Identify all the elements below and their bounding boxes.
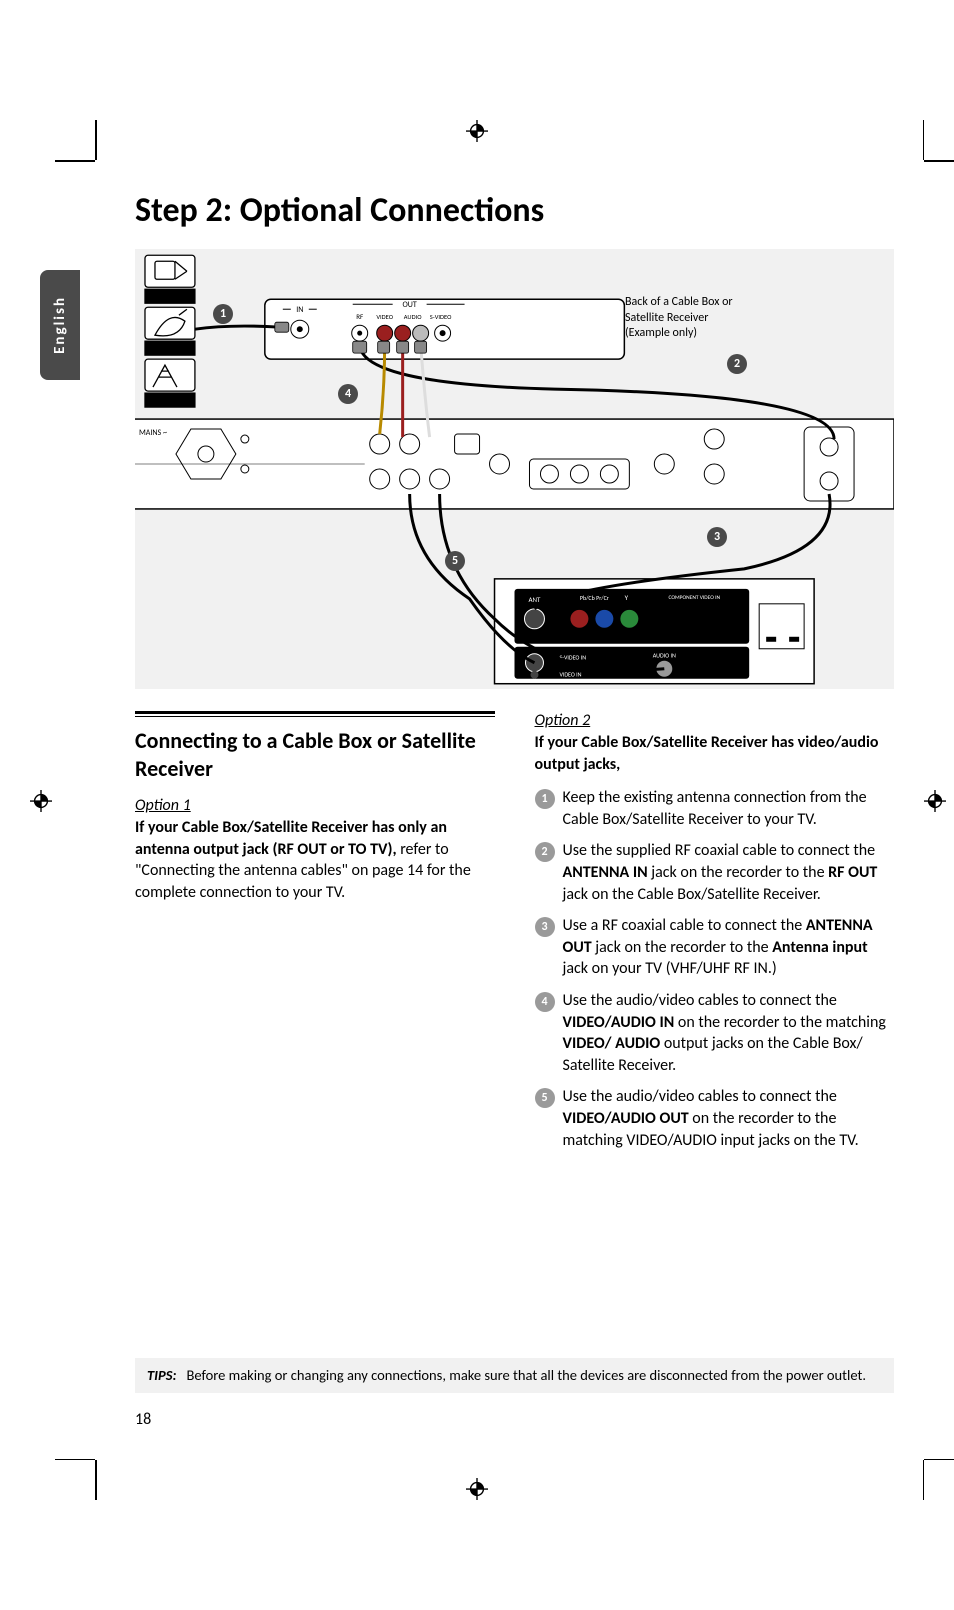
svg-text:ANTENNA: ANTENNA [157,397,184,405]
page-title: Step 2: Optional Connections [135,190,894,231]
option-1-label: Option 1 [135,796,495,815]
tips-label: TIPS: [147,1366,177,1385]
callout-3: 3 [707,527,727,547]
step-text: Use the audio/video cables to connect th… [563,1086,895,1151]
crop-mark [55,1459,95,1461]
option-1-text: If your Cable Box/Satellite Receiver has… [135,817,495,903]
svg-text:VIDEO: VIDEO [376,313,393,321]
crop-mark [923,1460,925,1500]
step-text: Use a RF coaxial cable to connect the AN… [563,915,895,980]
callout-2: 2 [727,354,747,374]
svg-text:RF: RF [356,312,364,321]
content-area: Step 2: Optional Connections CABLE SATEL… [135,190,894,1161]
section-rule [135,716,495,717]
section-rule [135,711,495,714]
svg-text:OUT: OUT [402,300,416,310]
step-3: 3 Use a RF coaxial cable to connect the … [535,915,895,980]
svg-text:IN: IN [296,305,303,315]
callout-4: 4 [338,384,358,404]
registration-mark-icon [30,790,52,812]
callout-1: 1 [213,304,233,324]
diagram-svg: CABLE SATELLITE ANTENNA [135,249,894,689]
svg-text:ANT: ANT [528,595,541,604]
svg-text:AUDIO IN: AUDIO IN [653,652,676,660]
option-2-label: Option 2 [535,711,895,730]
step-text: Use the supplied RF coaxial cable to con… [563,840,895,905]
svg-text:VIDEO IN: VIDEO IN [559,671,581,679]
page: English Step 2: Optional Connections CAB… [0,0,954,1610]
page-number: 18 [135,1410,151,1429]
svg-text:SATELLITE: SATELLITE [157,345,183,353]
section-heading: Connecting to a Cable Box or Satellite R… [135,727,495,782]
svg-text:AUDIO: AUDIO [404,313,422,321]
step-badge: 1 [535,789,555,809]
right-column: Option 2 If your Cable Box/Satellite Rec… [535,711,895,1161]
language-tab: English [40,270,80,380]
step-text: Keep the existing antenna connection fro… [563,787,895,830]
text-columns: Connecting to a Cable Box or Satellite R… [135,711,894,1161]
callout-5: 5 [445,551,465,571]
svg-text:CABLE: CABLE [161,292,180,301]
connection-diagram: CABLE SATELLITE ANTENNA [135,249,894,689]
crop-mark [923,120,925,160]
crop-mark [95,1460,97,1500]
svg-text:Y: Y [625,593,629,602]
figure-caption: Back of a Cable Box or Satellite Receive… [625,295,745,342]
registration-mark-icon [466,120,488,142]
language-label: English [51,296,69,354]
step-badge: 3 [535,917,555,937]
crop-mark [95,120,97,160]
left-column: Connecting to a Cable Box or Satellite R… [135,711,495,1161]
svg-text:MAINS ~: MAINS ~ [139,428,167,438]
svg-text:S-VIDEO: S-VIDEO [430,313,452,321]
tips-box: TIPS: Before making or changing any conn… [135,1358,894,1393]
step-5: 5 Use the audio/video cables to connect … [535,1086,895,1151]
step-4: 4 Use the audio/video cables to connect … [535,990,895,1076]
svg-text:COMPONENT VIDEO IN: COMPONENT VIDEO IN [668,595,720,601]
svg-text:Pb/Cb Pr/Cr: Pb/Cb Pr/Cr [580,594,609,602]
registration-mark-icon [924,790,946,812]
step-badge: 5 [535,1088,555,1108]
crop-mark [55,160,95,162]
crop-mark [924,1459,954,1461]
step-text: Use the audio/video cables to connect th… [563,990,895,1076]
step-badge: 2 [535,842,555,862]
registration-mark-icon [466,1478,488,1500]
step-badge: 4 [535,992,555,1012]
step-2: 2 Use the supplied RF coaxial cable to c… [535,840,895,905]
crop-mark [924,160,954,162]
step-1: 1 Keep the existing antenna connection f… [535,787,895,830]
option-2-intro: If your Cable Box/Satellite Receiver has… [535,732,895,775]
tips-text: Before making or changing any connection… [187,1366,867,1385]
